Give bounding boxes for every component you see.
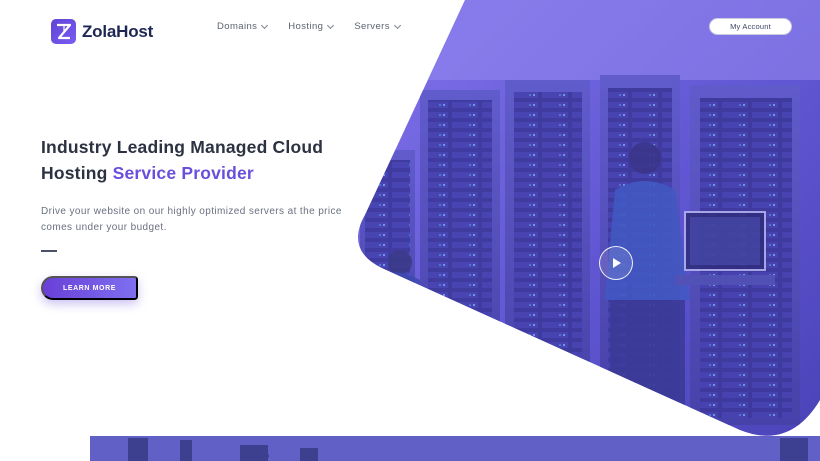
hero-title-line2: Hosting bbox=[41, 163, 113, 183]
hero-subtitle-line1: Drive your website on our highly optimiz… bbox=[41, 206, 342, 217]
play-video-button[interactable] bbox=[599, 246, 633, 280]
logo-text: ZolaHost bbox=[82, 21, 154, 41]
hero-title-accent: Service Provider bbox=[112, 163, 254, 183]
my-account-button[interactable]: My Account bbox=[709, 18, 792, 35]
hero-title-line1: Industry Leading Managed Cloud bbox=[41, 137, 324, 157]
nav-item-domains[interactable]: Domains bbox=[217, 21, 269, 32]
nav-item-hosting[interactable]: Hosting bbox=[288, 21, 335, 32]
main-nav: Domains Hosting Servers bbox=[217, 21, 401, 32]
logo[interactable]: ZolaHost bbox=[51, 19, 153, 44]
learn-more-button[interactable]: LEARN MORE bbox=[41, 276, 138, 300]
nav-item-label: Domains bbox=[217, 21, 258, 32]
chevron-down-icon bbox=[327, 21, 335, 29]
decorative-divider bbox=[41, 250, 57, 252]
logo-z-icon bbox=[51, 19, 76, 44]
play-icon bbox=[613, 258, 621, 268]
chevron-down-icon bbox=[393, 21, 401, 29]
nav-item-label: Hosting bbox=[288, 21, 324, 32]
hero-subtitle-line2: comes under your budget. bbox=[41, 222, 167, 233]
hero-title: Industry Leading Managed Cloud Hosting S… bbox=[41, 134, 361, 186]
nav-item-servers[interactable]: Servers bbox=[354, 21, 401, 32]
nav-item-label: Servers bbox=[354, 21, 390, 32]
chevron-down-icon bbox=[261, 21, 269, 29]
hero-subtitle: Drive your website on our highly optimiz… bbox=[41, 204, 351, 236]
